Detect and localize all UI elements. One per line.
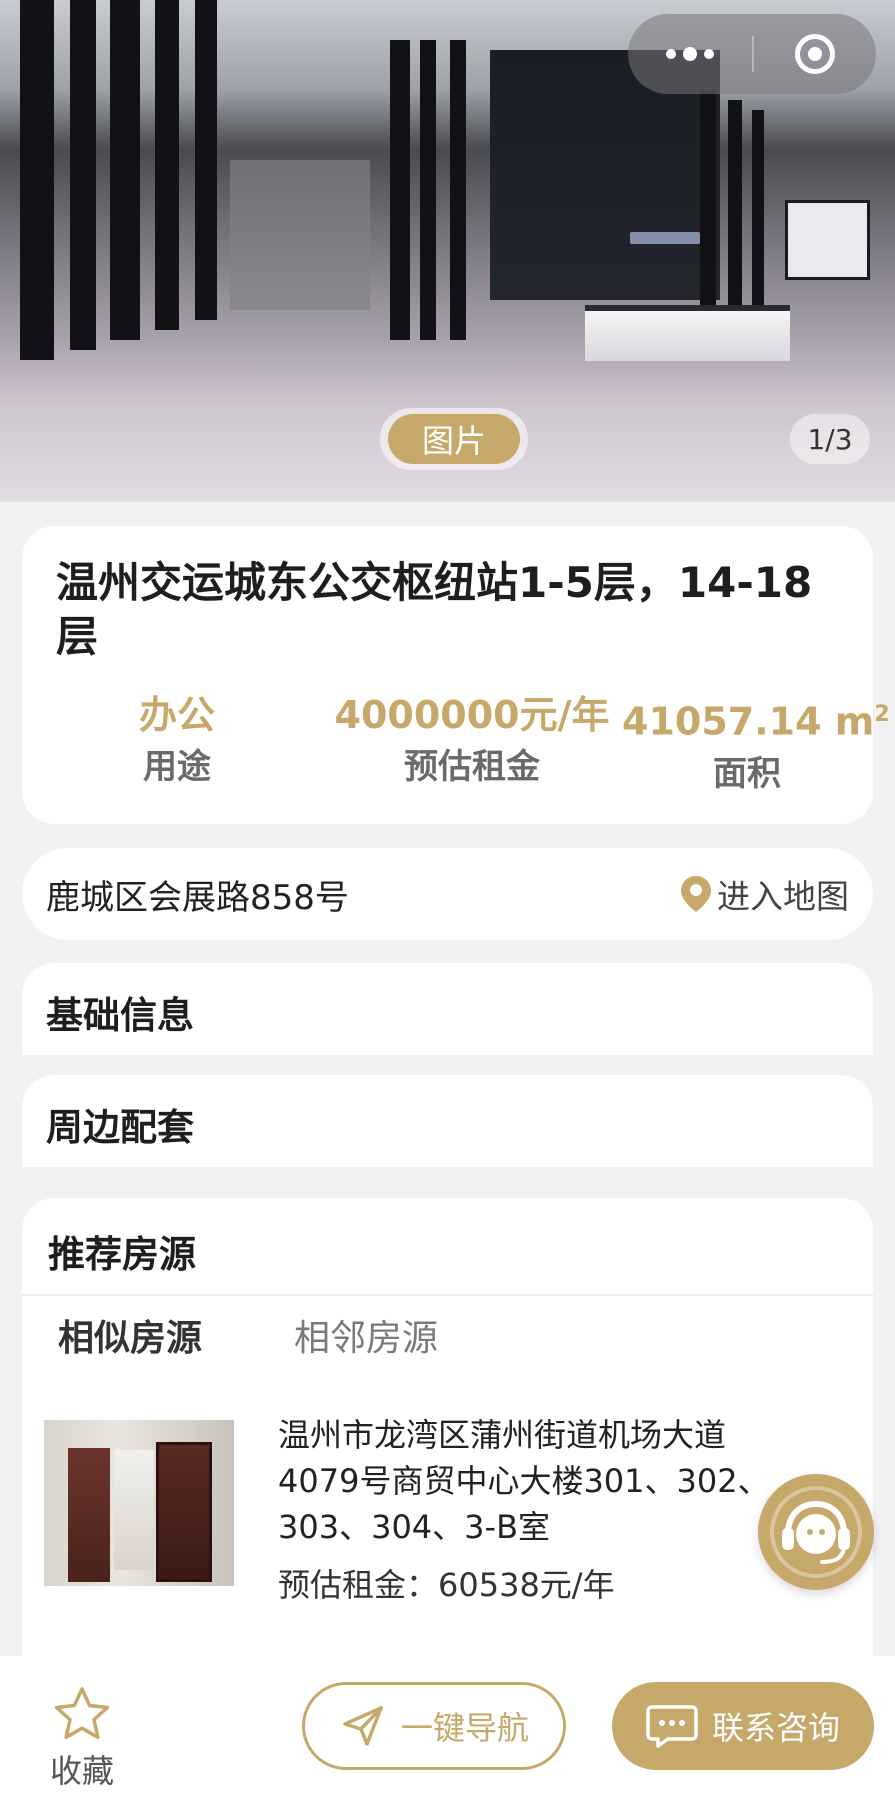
hero-photo[interactable]: 图片 1/3	[0, 0, 895, 502]
headset-icon	[770, 1486, 862, 1578]
hero-column	[390, 40, 410, 340]
stat-rent-value: 4000000元/年	[334, 693, 610, 737]
enter-map-label: 进入地图	[717, 877, 849, 916]
recommended-title: 推荐房源	[48, 1233, 196, 1276]
customer-service-button[interactable]	[758, 1474, 874, 1590]
listing-title: 温州市龙湾区蒲州街道机场大道4079号商贸中心大楼301、302、303、304…	[278, 1416, 770, 1546]
miniprogram-capsule	[628, 14, 876, 94]
stat-usage: 办公 用途	[92, 690, 262, 790]
basic-info-title: 基础信息	[46, 994, 194, 1037]
hero-column	[70, 0, 96, 350]
image-counter: 1/3	[790, 414, 870, 464]
listing-price: 预估租金：60538元/年	[278, 1566, 615, 1604]
location-pin-icon	[681, 876, 711, 912]
close-miniprogram-button[interactable]	[754, 14, 876, 94]
stat-usage-label: 用途	[143, 747, 211, 787]
hero-column	[450, 40, 466, 340]
hero-column	[20, 0, 54, 360]
photo-tab-label: 图片	[388, 414, 520, 464]
tab-adjacent-listings[interactable]: 相邻房源	[294, 1314, 438, 1364]
more-options-button[interactable]	[628, 14, 752, 94]
navigate-label: 一键导航	[400, 1709, 529, 1747]
thumbnail-door	[156, 1442, 212, 1582]
hero-column	[728, 100, 742, 320]
hero-reception-desk	[585, 305, 790, 361]
hero-column	[420, 40, 436, 340]
basic-info-section[interactable]: 基础信息	[22, 963, 873, 1055]
property-summary-card: 温州交运城东公交枢纽站1-5层，14-18层 办公 用途 4000000元/年 …	[22, 526, 890, 824]
stat-area-value: 41057.14 m2	[622, 690, 890, 747]
contact-consult-button[interactable]: 联系咨询	[612, 1682, 874, 1770]
surroundings-title: 周边配套	[46, 1106, 194, 1149]
photo-tab-button[interactable]: 图片	[380, 408, 528, 470]
navigate-button[interactable]: 一键导航	[302, 1682, 566, 1770]
stat-usage-value: 办公	[138, 693, 215, 737]
enter-map-link[interactable]: 进入地图	[679, 868, 849, 920]
thumbnail-hallway	[114, 1450, 154, 1570]
hero-display-screen	[785, 200, 870, 280]
address-text: 鹿城区会展路858号	[46, 878, 349, 918]
stat-area-label: 面积	[713, 753, 781, 794]
property-title: 温州交运城东公交枢纽站1-5层，14-18层	[56, 558, 813, 661]
address-card: 鹿城区会展路858号 进入地图	[22, 848, 873, 940]
more-icon	[683, 47, 697, 61]
hero-wall-sign	[630, 232, 700, 244]
favorite-label: 收藏	[49, 1752, 114, 1790]
hero-column	[195, 0, 217, 320]
thumbnail-door	[68, 1448, 110, 1582]
surroundings-section[interactable]: 周边配套	[22, 1075, 873, 1167]
star-icon	[54, 1687, 110, 1740]
target-icon	[795, 34, 835, 74]
stat-rent: 4000000元/年 预估租金	[322, 690, 622, 790]
hero-column	[155, 0, 179, 330]
hero-column	[700, 90, 716, 320]
tab-similar-listings[interactable]: 相似房源	[58, 1314, 202, 1364]
section-divider	[22, 1294, 873, 1296]
listing-item[interactable]: 温州市龙湾区蒲州街道机场大道4079号商贸中心大楼301、302、303、304…	[44, 1416, 844, 1604]
stat-area: 41057.14 m2 面积	[622, 690, 890, 797]
hero-column	[110, 0, 140, 340]
property-stats: 办公 用途 4000000元/年 预估租金 41057.14 m2 面积	[22, 690, 890, 800]
chat-bubble-icon	[646, 1705, 698, 1748]
contact-consult-label: 联系咨询	[711, 1709, 840, 1747]
stat-rent-label: 预估租金	[404, 747, 540, 787]
more-icon	[666, 49, 676, 59]
favorite-button[interactable]: 收藏	[32, 1684, 132, 1790]
stat-area-number: 41057.14 m	[622, 699, 875, 744]
hero-corridor	[230, 160, 370, 310]
hero-column	[752, 110, 764, 320]
stat-area-unit-sup: 2	[874, 702, 890, 727]
recommended-section: 推荐房源 相似房源 相邻房源 温州市龙湾区蒲州街道机场大道4079号商贸中心大楼…	[22, 1198, 873, 1658]
send-arrow-icon	[343, 1706, 383, 1746]
listing-thumbnail	[44, 1420, 234, 1586]
more-icon	[704, 49, 714, 59]
bottom-action-bar: 收藏 一键导航 联系咨询	[0, 1656, 895, 1794]
